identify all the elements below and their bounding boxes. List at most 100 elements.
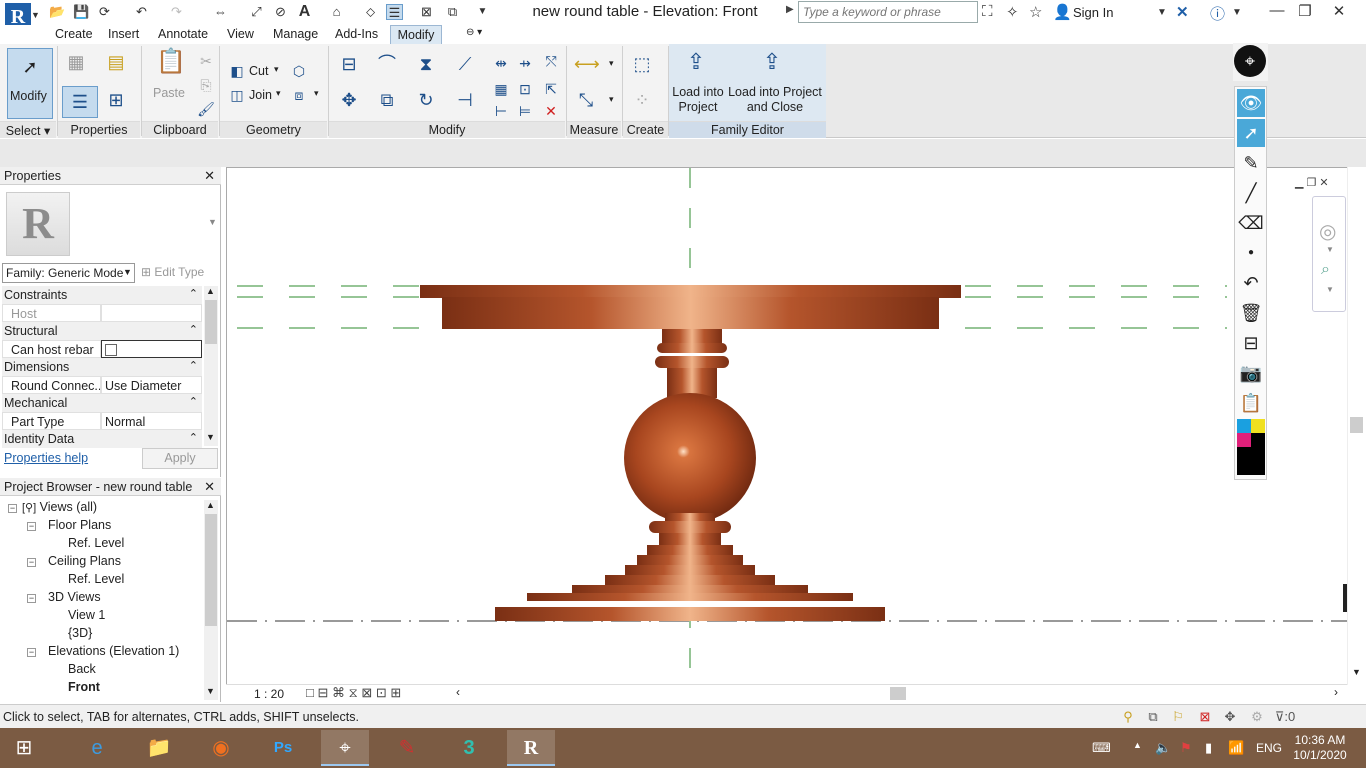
split-gap-icon[interactable]: ⇸ [516, 54, 534, 72]
eye-icon[interactable]: 👁 [1237, 89, 1265, 117]
photoshop-icon[interactable]: Ps [259, 730, 307, 766]
cut-clipboard-icon[interactable]: ✂ [197, 52, 215, 70]
group-mechanical[interactable]: Mechanical ⌃ [2, 394, 202, 412]
switch-windows-icon[interactable]: ⧉ [444, 4, 461, 20]
scroll-right-icon[interactable]: › [1334, 685, 1338, 699]
tab-modify[interactable]: Modify [390, 25, 442, 45]
binoculars-icon[interactable]: ⛶ [982, 3, 993, 20]
tree-node-3d-views[interactable]: 3D Views [48, 590, 101, 604]
keyboard-icon[interactable]: ⌨ [1092, 740, 1111, 756]
qat-customize-icon[interactable]: ▼ [474, 4, 491, 20]
elevation-view[interactable] [227, 168, 1348, 686]
revit-taskbar-icon[interactable]: R [507, 730, 555, 766]
split-element-icon[interactable]: ⇹ [492, 54, 510, 72]
dimension-dropdown-icon[interactable]: ▾ [609, 94, 614, 105]
thin-lines-icon[interactable]: ☰ [386, 4, 403, 20]
create-group-icon[interactable]: ⬚ [630, 52, 654, 76]
file-explorer-icon[interactable]: 📁 [135, 730, 183, 766]
mirror-draw-axis-icon[interactable]: ⟋ [453, 52, 477, 76]
text-icon[interactable]: A [296, 4, 313, 20]
scroll-down-icon[interactable]: ▼ [1352, 667, 1361, 677]
zoom-icon[interactable]: ⌕ [1321, 261, 1330, 279]
properties-scrollbar[interactable]: ▲ ▼ [204, 286, 218, 446]
camera-icon[interactable]: 📷 [1237, 359, 1265, 387]
network-alert-icon[interactable]: ⚑ [1180, 740, 1192, 756]
select-pinned-icon[interactable]: ⚐ [1168, 709, 1188, 725]
selected-color-swatch[interactable] [1237, 447, 1265, 475]
select-panel-dropdown[interactable]: Select ▾ [0, 121, 56, 138]
modify-select-button[interactable]: ➚ Modify [7, 48, 53, 119]
copy-icon[interactable]: ⎘ [197, 76, 215, 94]
tree-node-elevations[interactable]: Elevations (Elevation 1) [48, 644, 179, 658]
view-scale[interactable]: 1 : 20 [254, 687, 284, 701]
type-selector-dropdown-icon[interactable]: ▼ [208, 217, 217, 227]
type-properties-icon[interactable]: ⊞ [104, 88, 128, 112]
collapse-toggle[interactable]: − [27, 648, 36, 657]
tab-annotate[interactable]: Annotate [158, 27, 208, 41]
split-face-icon[interactable]: ⧈ [290, 86, 308, 104]
tab-add-ins[interactable]: Add-Ins [335, 27, 378, 41]
brush-size-icon[interactable]: ● [1237, 239, 1265, 267]
clipboard-icon[interactable]: 📋 [1237, 389, 1265, 417]
tree-node-ref-level[interactable]: Ref. Level [68, 572, 124, 586]
delete-icon[interactable]: ✕ [542, 102, 560, 120]
load-into-project-icon[interactable]: ⇪ [684, 50, 708, 74]
array-icon[interactable]: ▦ [492, 80, 510, 98]
family-filter-select[interactable]: Family: Generic Model [2, 263, 135, 283]
tab-insert[interactable]: Insert [108, 27, 139, 41]
whiteboard-icon[interactable]: ⊟ [1237, 329, 1265, 357]
cut-geometry-icon[interactable]: ◧ [228, 62, 246, 80]
scroll-down-icon[interactable]: ▼ [206, 432, 215, 442]
family-types-icon[interactable]: ▤ [104, 50, 128, 74]
scroll-down-icon[interactable]: ▼ [206, 686, 215, 696]
search-expand-icon[interactable]: ▶ [786, 4, 794, 15]
property-value[interactable]: Normal [101, 412, 202, 430]
internet-explorer-icon[interactable]: e [73, 730, 121, 766]
collapse-toggle[interactable]: − [27, 522, 36, 531]
steering-wheel-icon[interactable]: ◎ [1319, 219, 1336, 244]
redo-icon[interactable]: ↷ [168, 4, 185, 20]
view-window-controls[interactable]: ▁ ❐ ✕ [1295, 176, 1329, 189]
measure-qat-icon[interactable]: ⇔ [212, 4, 229, 20]
load-and-close-icon[interactable]: ⇪ [760, 50, 784, 74]
vertical-scrollbar[interactable]: ▼ [1347, 167, 1366, 685]
round-table-model[interactable] [420, 285, 961, 621]
highlighter-icon[interactable]: ✎ [1237, 149, 1265, 177]
chevron-down-icon[interactable]: ▼ [1326, 245, 1334, 254]
pin-icon[interactable]: ⤲ [542, 52, 560, 70]
close-icon[interactable]: ✕ [204, 479, 215, 495]
collapse-toggle[interactable]: − [8, 504, 17, 513]
scroll-up-icon[interactable]: ▲ [206, 286, 215, 296]
ribbon-minimize-icon[interactable]: ⊖ ▾ [466, 27, 482, 38]
offset-icon[interactable]: ⌒ [375, 52, 399, 76]
load-into-project-button[interactable]: Load into Project [672, 85, 724, 115]
horizontal-scrollbar-thumb[interactable] [890, 687, 906, 700]
measure-distance-icon[interactable]: ⟷ [574, 52, 600, 76]
firefox-icon[interactable]: ◉ [197, 730, 245, 766]
pointer-icon[interactable]: ➚ [1237, 119, 1265, 147]
collapse-toggle[interactable]: − [27, 594, 36, 603]
eraser-icon[interactable]: ⌫ [1237, 209, 1265, 237]
3d-view-icon[interactable]: ⌂ [328, 4, 345, 20]
minimize-icon[interactable]: — [1262, 2, 1292, 22]
wall-joins-icon[interactable]: ⬡ [290, 62, 308, 80]
paste-icon[interactable]: 📋 [156, 50, 186, 74]
tab-create[interactable]: Create [55, 27, 93, 41]
trim-multiple-icon[interactable]: ⊨ [516, 102, 534, 120]
subscription-icon[interactable]: ✧ [1006, 3, 1019, 21]
aligned-dimension-icon[interactable]: ⤡ [574, 88, 598, 112]
scroll-left-icon[interactable]: ‹ [456, 685, 460, 699]
tree-node-3d[interactable]: {3D} [68, 626, 92, 640]
mirror-pick-axis-icon[interactable]: ⧗ [414, 52, 438, 76]
windows-start-icon[interactable]: ⊞ [0, 730, 48, 766]
sign-in-dropdown-icon[interactable]: ▼ [1157, 7, 1167, 18]
help-dropdown-icon[interactable]: ▼ [1232, 7, 1242, 18]
scroll-up-icon[interactable]: ▲ [206, 500, 215, 510]
property-value[interactable]: Use Diameter [101, 376, 202, 394]
family-category-icon[interactable]: ▦ [64, 50, 88, 74]
rotate-icon[interactable]: ↻ [414, 88, 438, 112]
join-geometry-icon[interactable]: ◫ [228, 86, 246, 104]
group-identity-data[interactable]: Identity Data ⌃ [2, 430, 202, 448]
tree-node-ref-level[interactable]: Ref. Level [68, 536, 124, 550]
align-icon[interactable]: ⊟ [337, 52, 361, 76]
